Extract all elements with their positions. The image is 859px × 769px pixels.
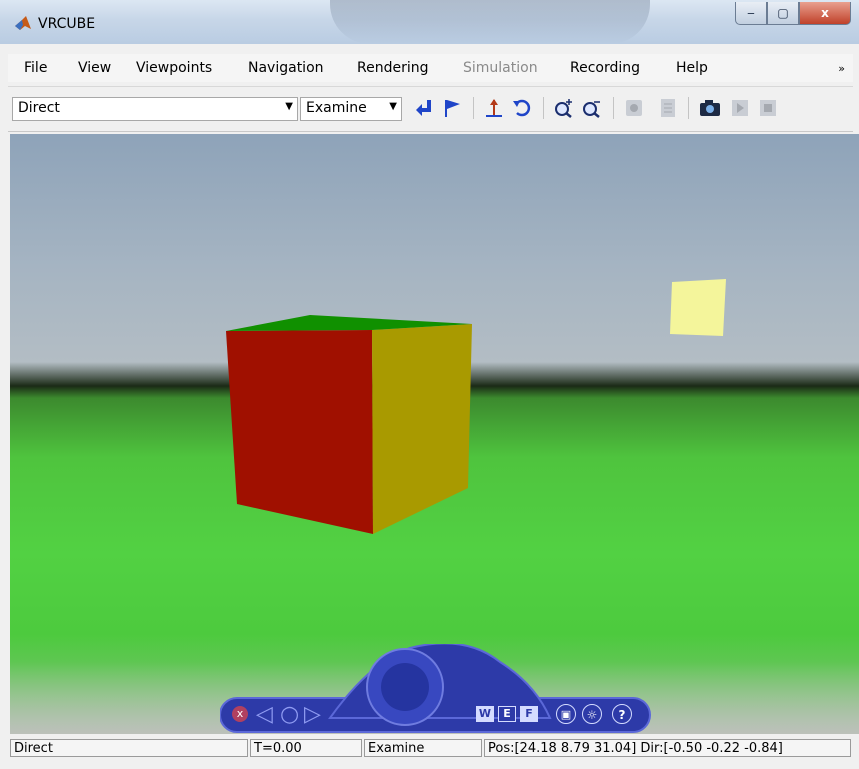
stop-icon [760, 100, 776, 116]
wef-f-button[interactable]: F [520, 706, 538, 722]
chevron-down-icon: ▼ [389, 101, 397, 112]
headlight-icon[interactable]: ☼ [582, 704, 602, 724]
navmode-combo[interactable]: Examine ▼ [300, 97, 402, 121]
maximize-button[interactable]: ▢ [767, 2, 799, 25]
menu-recording[interactable]: Recording [570, 60, 640, 76]
rotate-right-icon[interactable]: ▷ [304, 702, 321, 727]
menu-help[interactable]: Help [676, 60, 708, 76]
menu-view[interactable]: View [78, 60, 111, 76]
menu-bar: File View Viewpoints Navigation Renderin… [8, 54, 853, 82]
zoom-in-button[interactable] [552, 96, 576, 120]
go-to-viewpoint-button[interactable] [440, 96, 464, 120]
zoom-out-icon [583, 101, 600, 118]
camera-icon [700, 100, 720, 116]
maximize-icon: ▢ [777, 6, 789, 20]
viewpoint-combo[interactable]: Direct ▼ [12, 97, 298, 121]
navigation-panel: x ◁ ○ ▷ W E F ▣ ☼ ? [219, 642, 655, 734]
toolbar: Direct ▼ Examine ▼ [8, 86, 853, 132]
menu-overflow-icon[interactable]: » [838, 62, 845, 75]
zoom-out-button[interactable] [580, 96, 604, 120]
capture-list-button [656, 96, 680, 120]
close-nav-icon[interactable]: x [232, 706, 248, 722]
stop-button [756, 96, 780, 120]
close-button[interactable]: x [799, 2, 851, 25]
wef-w-button[interactable]: W [476, 706, 494, 722]
capture-frame-button[interactable] [698, 96, 722, 120]
title-bar[interactable]: VRCUBE ‒ ▢ x [0, 0, 859, 44]
flag-icon [445, 100, 460, 117]
light-yellow-patch [670, 279, 726, 336]
application-window: VRCUBE ‒ ▢ x File View Viewpoints Naviga… [0, 0, 859, 769]
undo-move-button[interactable] [510, 96, 534, 120]
return-to-viewpoint-button[interactable] [412, 96, 436, 120]
menu-navigation[interactable]: Navigation [248, 60, 324, 76]
wef-e-button[interactable]: E [498, 706, 516, 722]
status-navmode: Examine [364, 739, 482, 757]
menu-rendering[interactable]: Rendering [357, 60, 429, 76]
zoom-in-icon [555, 99, 572, 118]
close-icon: x [821, 6, 829, 20]
matlab-logo-icon [14, 14, 32, 32]
viewpoints-icon[interactable]: ▣ [556, 704, 576, 724]
undo-move-icon [513, 99, 531, 117]
menu-simulation: Simulation [463, 60, 538, 76]
play-icon [732, 100, 748, 116]
status-time: T=0.00 [250, 739, 362, 757]
slide-icon[interactable]: ○ [280, 702, 299, 727]
status-position-direction: Pos:[24.18 8.79 31.04] Dir:[-0.50 -0.22 … [484, 739, 851, 757]
viewpoint-combo-value: Direct [18, 100, 60, 116]
straighten-up-button[interactable] [482, 96, 506, 120]
minimize-icon: ‒ [747, 6, 755, 20]
minimize-button[interactable]: ‒ [735, 2, 767, 25]
navmode-combo-value: Examine [306, 100, 367, 116]
help-icon[interactable]: ? [612, 704, 632, 724]
menu-file[interactable]: File [24, 60, 47, 76]
chevron-down-icon: ▼ [285, 101, 293, 112]
cube-side-face [372, 324, 472, 534]
record-icon [626, 100, 642, 116]
status-bar: Direct T=0.00 Examine Pos:[24.18 8.79 31… [8, 736, 853, 760]
menu-viewpoints[interactable]: Viewpoints [136, 60, 212, 76]
capture-list-icon [661, 99, 675, 117]
window-title: VRCUBE [38, 16, 96, 32]
status-viewpoint: Direct [10, 739, 248, 757]
rotate-left-icon[interactable]: ◁ [256, 702, 273, 727]
cube-front-face [226, 330, 373, 534]
play-button [728, 96, 752, 120]
straighten-icon [486, 99, 502, 117]
record-button [622, 96, 646, 120]
return-icon [416, 100, 431, 116]
